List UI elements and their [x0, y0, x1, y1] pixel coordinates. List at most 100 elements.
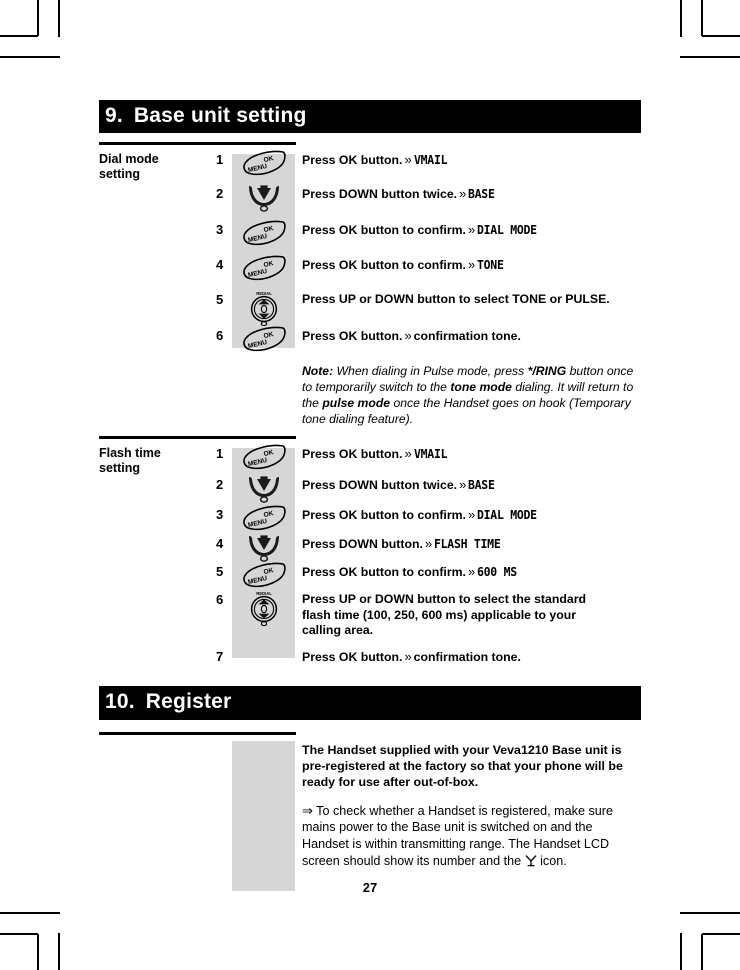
note-bold-pulse-mode: pulse mode [322, 395, 391, 410]
ok-menu-button-icon: OK MENU [242, 445, 286, 470]
register-top-rule [99, 731, 296, 735]
note-part1: When dialing in Pulse mode, press [333, 364, 528, 379]
section-title: Base unit setting [133, 104, 307, 127]
procedure-title-spacer [99, 254, 216, 257]
step-icon-cell: REDIAL [232, 289, 295, 327]
guillemet-icon: » [424, 536, 433, 552]
crop-mark-top-left-box-v [58, 0, 60, 37]
step-number: 1 [216, 152, 224, 168]
up-down-wheel-icon: REDIAL [250, 591, 277, 627]
step-icon-cell-empty [232, 646, 295, 647]
crop-mark-bottom-left-corner-h [0, 933, 38, 935]
step-instruction: Press OK button to confirm.» TONE [295, 254, 641, 273]
rightwards-double-arrow-icon: ⇒ [302, 802, 313, 818]
svg-text:MENU: MENU [247, 163, 268, 174]
procedure-title-line1: Flash time [99, 446, 161, 461]
crop-mark-top-right-corner-h [702, 35, 740, 37]
procedure-dial-mode-setting: Dial mode setting 1 OK MENU Press OK but… [99, 142, 641, 427]
procedure-title-spacer [99, 589, 216, 592]
section-number: 10. [105, 690, 135, 714]
lcd-display-value: BASE [468, 186, 495, 202]
section-title: Register [145, 690, 232, 714]
procedure-title-spacer [99, 646, 216, 649]
step-number: 2 [216, 186, 224, 202]
svg-text:MENU: MENU [247, 457, 268, 468]
register-content: The Handset supplied with your Veva1210 … [99, 731, 641, 891]
step-instruction: Press UP or DOWN button to select TONE o… [295, 289, 641, 307]
step-number: 7 [216, 649, 224, 665]
crop-mark-bottom-left-box-v [58, 933, 60, 970]
step-icon-cell [232, 474, 295, 504]
table-row: 4 Press DOWN button.» FLASH TIME [99, 533, 641, 563]
note-bold-ring: */RING [527, 364, 567, 379]
table-row: 3 OK MENU Press OK button to confirm.» DI… [99, 504, 641, 533]
register-paragraph-1: The Handset supplied with your Veva1210 … [302, 742, 641, 791]
section-header-register: 10. Register [99, 686, 641, 720]
lcd-display-value: BASE [468, 477, 495, 493]
manual-page: 9. Base unit setting Dial mode setting 1 … [99, 100, 641, 891]
step-instruction: Press OK button to confirm.» 600 MS [295, 561, 641, 580]
procedure-title-spacer [99, 183, 216, 186]
step-number: 6 [216, 328, 224, 344]
table-row: Dial mode setting 1 OK MENU Press OK but… [99, 149, 641, 183]
step-text: Press DOWN button. [302, 537, 423, 552]
table-row: 6 OK MENU Press OK button.» confirmation … [99, 325, 641, 355]
svg-text:MENU: MENU [247, 575, 268, 586]
step-text: Press OK button. [302, 329, 403, 344]
step-number: 3 [216, 222, 224, 238]
lcd-display-value: 600 MS [477, 564, 518, 580]
step-text: Press UP or DOWN button to select TONE o… [302, 292, 610, 307]
svg-text:MENU: MENU [247, 339, 268, 350]
guillemet-icon: » [404, 649, 412, 665]
register-p2-text-b: icon. [536, 853, 567, 868]
section-header-base-unit-setting: 9. Base unit setting [99, 100, 641, 134]
guillemet-icon: » [459, 186, 467, 202]
crop-mark-bottom-left-box-h [0, 912, 60, 914]
procedure-title-spacer [99, 533, 216, 536]
step-instruction: Press OK button.» confirmation tone. [295, 325, 641, 344]
table-row: Flash time setting 1 OK MENU Press OK bu… [99, 443, 641, 475]
procedure-title-spacer [99, 474, 216, 477]
table-row: 2 Press DOWN button twice.» BASE [99, 474, 641, 504]
ok-menu-button-icon: OK MENU [242, 220, 286, 246]
step-text: Press OK button. [302, 447, 403, 462]
step-text: Press OK button to confirm. [302, 565, 466, 580]
lcd-display-value: DIAL MODE [477, 222, 538, 238]
step-text: Press UP or DOWN button to select the st… [302, 592, 587, 638]
crop-mark-bottom-right-corner-h [702, 933, 740, 935]
down-button-icon [248, 185, 279, 212]
note-text: Note: When dialing in Pulse mode, press … [295, 355, 641, 427]
step-icon-cell [232, 183, 295, 212]
guillemet-icon: » [404, 446, 412, 462]
step-number: 6 [216, 592, 224, 608]
svg-text:MENU: MENU [247, 233, 268, 244]
lcd-display-value: FLASH TIME [434, 536, 501, 552]
register-icon-column-background [232, 740, 295, 891]
crop-mark-top-right-box-v [680, 0, 682, 37]
step-instruction: Press DOWN button twice.» BASE [295, 183, 641, 202]
note-bold-tone-mode: tone mode [450, 379, 512, 394]
procedure-title-spacer [99, 504, 216, 507]
table-row: 5 REDIAL Press UP or DOWN button to sele… [99, 289, 641, 327]
register-text-column: The Handset supplied with your Veva1210 … [302, 735, 641, 870]
crop-mark-top-left-corner-h [0, 35, 38, 37]
guillemet-icon: » [467, 507, 476, 523]
step-text: Press DOWN button twice. [302, 478, 458, 493]
step-number: 5 [216, 564, 224, 580]
procedure-title-spacer [99, 355, 216, 358]
ok-menu-button-icon: OK MENU [242, 506, 286, 531]
step-icon-cell [232, 533, 295, 563]
step-number: 4 [216, 536, 224, 552]
lcd-display-value: TONE [477, 257, 504, 273]
step-instruction: Press UP or DOWN button to select the st… [295, 589, 607, 638]
confirmation-tone-text: confirmation tone. [413, 329, 521, 344]
crop-mark-bottom-right-box-h [680, 912, 740, 914]
ok-menu-button-icon: OK MENU [242, 563, 286, 588]
table-row: 4 OK MENU Press OK button to confirm.» TO… [99, 254, 641, 289]
step-text: Press OK button. [302, 650, 403, 665]
step-instruction: Press DOWN button twice.» BASE [295, 474, 641, 493]
table-row: 6 REDIAL Press UP or DOWN button to sele… [99, 589, 641, 646]
lcd-display-value: VMAIL [413, 446, 448, 462]
note-label: Note: [302, 364, 334, 379]
down-button-icon [248, 476, 279, 504]
